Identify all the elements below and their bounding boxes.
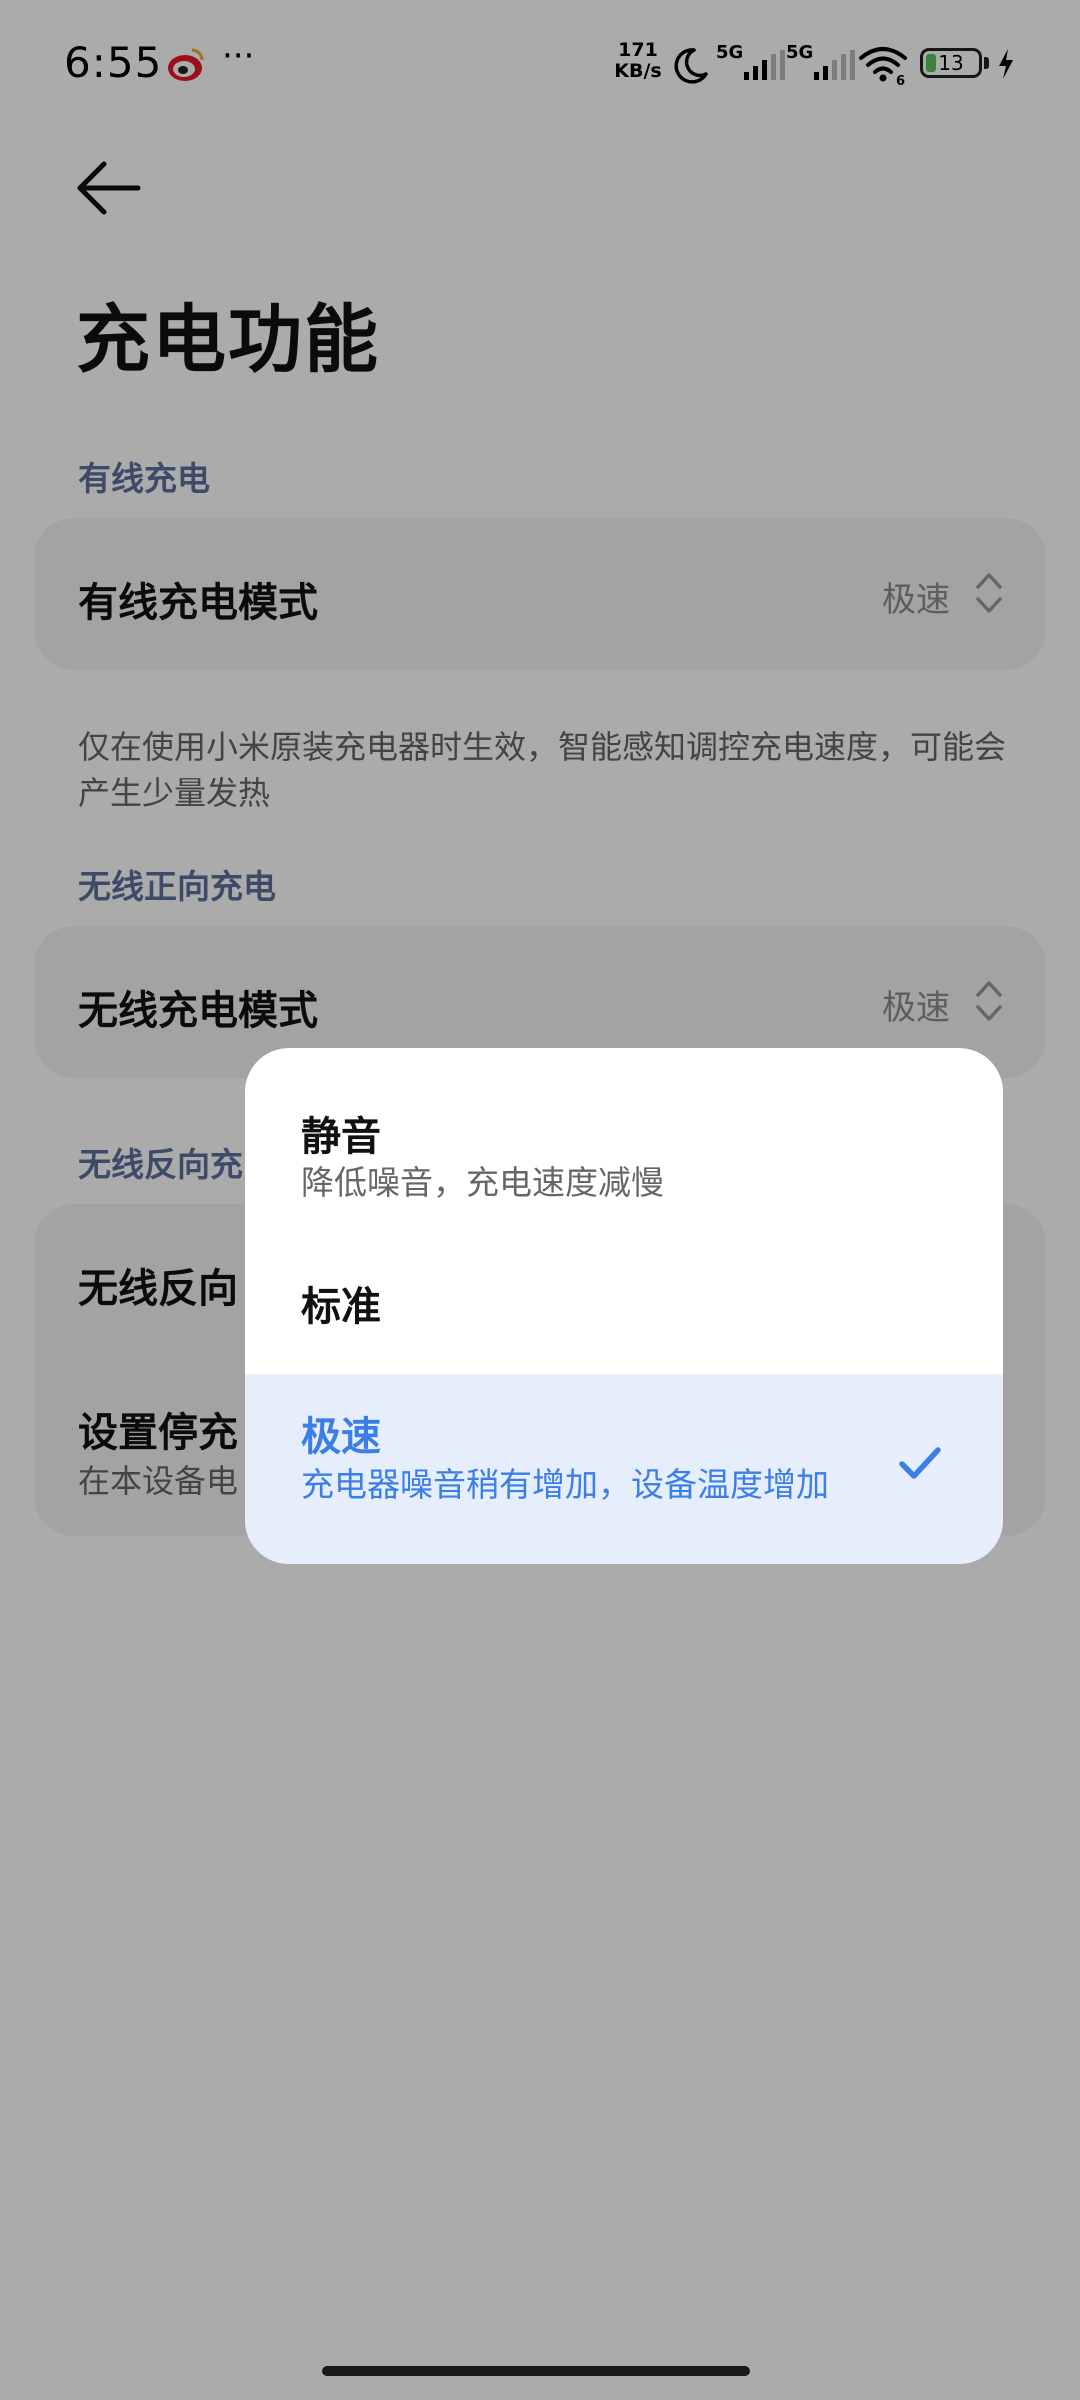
home-indicator[interactable]	[322, 2366, 750, 2376]
option-fast[interactable]: 极速 充电器噪音稍有增加，设备温度增加	[245, 1374, 1003, 1564]
option-title: 极速	[301, 1414, 381, 1460]
charging-settings-screen: 6:55 ··· 171 KB/s 5G 5G 6 13 充电功能 有线充电 有…	[0, 0, 1080, 2400]
check-icon	[899, 1447, 941, 1479]
charging-mode-popup: 静音 降低噪音，充电速度减慢 标准 极速 充电器噪音稍有增加，设备温度增加	[245, 1048, 1003, 1564]
option-silent[interactable]: 静音 降低噪音，充电速度减慢	[245, 1048, 1003, 1220]
option-title: 静音	[301, 1114, 381, 1160]
option-title: 标准	[301, 1284, 381, 1330]
option-description: 降低噪音，充电速度减慢	[301, 1163, 664, 1202]
option-description: 充电器噪音稍有增加，设备温度增加	[301, 1465, 829, 1504]
